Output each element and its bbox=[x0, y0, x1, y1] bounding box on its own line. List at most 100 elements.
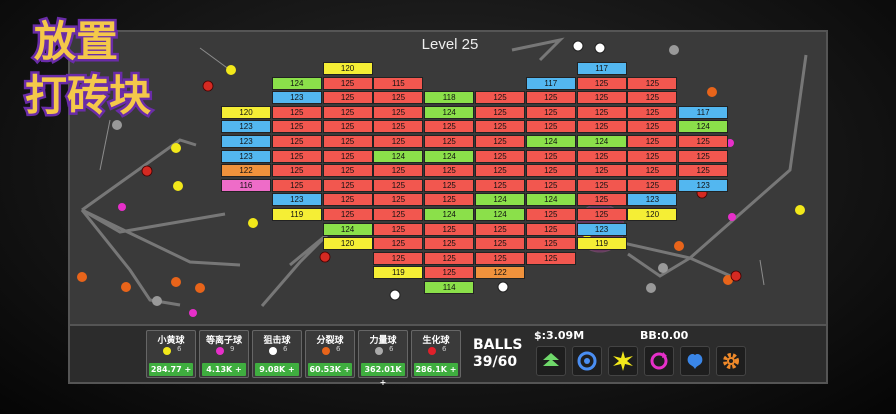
brick: 125 bbox=[424, 251, 475, 265]
buy-ball-button[interactable]: 362.01K + bbox=[361, 363, 405, 387]
ball-type-card: 等离子球 9 4.13K + bbox=[199, 330, 249, 378]
balls-label: BALLS bbox=[473, 337, 523, 353]
balls-count: 39/60 bbox=[473, 354, 518, 370]
brick: 125 bbox=[373, 222, 424, 236]
brick: 125 bbox=[525, 222, 576, 236]
brick: 125 bbox=[424, 120, 475, 134]
brick: 125 bbox=[525, 120, 576, 134]
brick: 120 bbox=[627, 208, 678, 221]
burst-button[interactable] bbox=[608, 346, 638, 376]
buy-ball-button[interactable]: 4.13K + bbox=[202, 363, 246, 376]
brick: 125 bbox=[271, 135, 322, 148]
brick: 125 bbox=[678, 164, 729, 178]
bb-display: BB:0.00 bbox=[640, 329, 689, 342]
ball-type-name: 分裂球 bbox=[316, 336, 344, 346]
brick: 124 bbox=[424, 105, 475, 119]
brick: 125 bbox=[627, 76, 678, 90]
brick: 125 bbox=[322, 135, 373, 148]
brick: 125 bbox=[475, 237, 525, 251]
brick: 125 bbox=[322, 164, 373, 178]
brick: 125 bbox=[475, 251, 525, 265]
brick: 124 bbox=[271, 76, 322, 90]
money-display: $:3.09M bbox=[534, 329, 585, 342]
ball-type-icon bbox=[163, 347, 171, 355]
brick: 125 bbox=[576, 91, 627, 105]
buy-price: 362.01K bbox=[364, 365, 402, 374]
brick: 125 bbox=[271, 149, 322, 163]
brick: 125 bbox=[525, 208, 576, 221]
brick: 117 bbox=[576, 62, 627, 75]
ball-type-icon bbox=[216, 347, 224, 355]
brick: 125 bbox=[475, 178, 525, 192]
settings-button[interactable] bbox=[716, 346, 746, 376]
brick: 123 bbox=[221, 149, 271, 163]
brick: 125 bbox=[525, 237, 576, 251]
game-logo: 放置 打砖块 bbox=[22, 15, 153, 123]
ball-type-count: 6 bbox=[389, 345, 394, 353]
buy-price: 286.1K bbox=[415, 365, 447, 374]
brick: 125 bbox=[373, 237, 424, 251]
brick: 124 bbox=[525, 193, 576, 207]
brick: 125 bbox=[576, 120, 627, 134]
brain-button[interactable] bbox=[680, 346, 710, 376]
brick: 119 bbox=[271, 208, 322, 221]
brick: 125 bbox=[322, 208, 373, 221]
ball-type-name: 力量球 bbox=[369, 336, 397, 346]
refresh-button[interactable] bbox=[644, 346, 674, 376]
brick: 125 bbox=[627, 91, 678, 105]
brick: 120 bbox=[322, 62, 373, 75]
brick: 118 bbox=[424, 91, 475, 105]
brick: 124 bbox=[475, 208, 525, 221]
brick: 125 bbox=[576, 149, 627, 163]
brick: 125 bbox=[475, 164, 525, 178]
svg-text:打砖块: 打砖块 bbox=[25, 71, 151, 120]
ball-type-name: 等离子球 bbox=[205, 336, 242, 346]
brick: 125 bbox=[322, 105, 373, 119]
buy-ball-button[interactable]: 284.77 + bbox=[149, 363, 193, 376]
brick: 123 bbox=[271, 91, 322, 105]
vortex-button[interactable] bbox=[572, 346, 602, 376]
plus-icon: + bbox=[343, 365, 351, 374]
brick: 125 bbox=[525, 149, 576, 163]
brick: 125 bbox=[475, 149, 525, 163]
brick: 125 bbox=[424, 135, 475, 148]
brick: 125 bbox=[475, 105, 525, 119]
brick: 125 bbox=[525, 105, 576, 119]
level-title: Level 25 bbox=[421, 36, 479, 53]
brick: 125 bbox=[373, 91, 424, 105]
brick: 125 bbox=[322, 120, 373, 134]
brick: 125 bbox=[627, 135, 678, 148]
brick: 124 bbox=[322, 222, 373, 236]
buy-ball-button[interactable]: 286.1K + bbox=[414, 363, 458, 376]
brick: 124 bbox=[424, 208, 475, 221]
brick: 125 bbox=[475, 222, 525, 236]
brick: 119 bbox=[576, 237, 627, 251]
svg-text:放置: 放置 bbox=[34, 17, 118, 66]
vortex-icon bbox=[577, 351, 597, 371]
ball-type-name: 小黄球 bbox=[157, 336, 185, 346]
brick: 122 bbox=[221, 164, 271, 178]
ball-type-icon bbox=[428, 347, 436, 355]
brick: 117 bbox=[678, 105, 729, 119]
buy-ball-button[interactable]: 9.08K + bbox=[255, 363, 299, 376]
brick: 125 bbox=[271, 105, 322, 119]
ball-type-count: 9 bbox=[230, 345, 235, 353]
ball-type-card: 力量球 6 362.01K + bbox=[358, 330, 408, 387]
brick: 125 bbox=[424, 222, 475, 236]
brick: 125 bbox=[373, 164, 424, 178]
plus-icon: + bbox=[379, 378, 387, 387]
ball-type-card: 生化球 6 286.1K + bbox=[411, 330, 461, 378]
burst-icon bbox=[613, 351, 633, 371]
ball-type-count: 6 bbox=[336, 345, 341, 353]
brick: 124 bbox=[525, 135, 576, 148]
brick: 123 bbox=[271, 193, 322, 207]
buy-ball-button[interactable]: 60.53K + bbox=[308, 363, 352, 376]
brick: 124 bbox=[475, 193, 525, 207]
brick: 123 bbox=[221, 135, 271, 148]
brick: 125 bbox=[525, 178, 576, 192]
brick: 125 bbox=[627, 164, 678, 178]
brick: 115 bbox=[373, 76, 424, 90]
brick: 119 bbox=[373, 266, 424, 280]
upgrade-button[interactable] bbox=[536, 346, 566, 376]
brick: 125 bbox=[576, 208, 627, 221]
